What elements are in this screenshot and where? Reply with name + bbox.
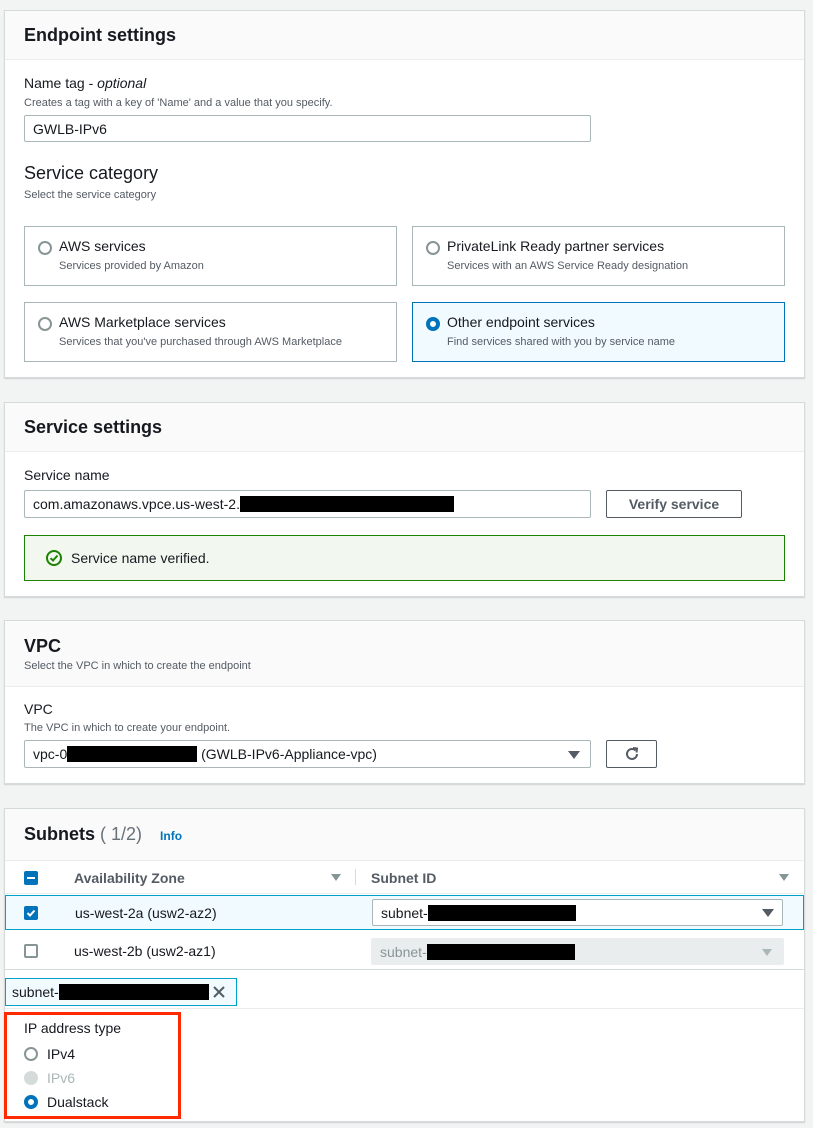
vpc-value-prefix: vpc-0: [33, 746, 68, 762]
service-name-label: Service name: [24, 467, 110, 483]
check-circle-icon: [46, 550, 62, 566]
vpc-field-label: VPC: [24, 701, 53, 717]
column-header-az[interactable]: Availability Zone: [74, 870, 185, 886]
option-sub: Services with an AWS Service Ready desig…: [447, 260, 689, 272]
verified-alert: Service name verified.: [24, 535, 785, 581]
service-settings-header: Service settings: [5, 403, 804, 452]
subnets-header: Subnets ( 1/2) Info: [5, 809, 804, 861]
table-row[interactable]: us-west-2a (usw2-az2) subnet-: [5, 895, 804, 930]
aws-services-option[interactable]: AWS services Services provided by Amazon: [24, 226, 397, 286]
minus-icon: [27, 877, 35, 879]
redacted-block: [426, 943, 575, 960]
refresh-icon: [625, 747, 638, 760]
option-title: AWS Marketplace services: [59, 314, 226, 330]
option-sub: Services provided by Amazon: [59, 260, 204, 272]
vpc-field-desc: The VPC in which to create your endpoint…: [24, 722, 231, 734]
radio-checked-icon[interactable]: [426, 317, 440, 331]
vpc-value-suffix: (GWLB-IPv6-Appliance-vpc): [201, 746, 377, 762]
close-icon[interactable]: [212, 985, 226, 999]
column-header-subnet[interactable]: Subnet ID: [371, 870, 436, 886]
subnet-token: subnet-: [5, 978, 237, 1006]
az-cell: us-west-2a (usw2-az2): [75, 905, 217, 921]
divider: [5, 1008, 804, 1009]
token-value: subnet-: [12, 984, 59, 1000]
option-title: Other endpoint services: [447, 314, 595, 330]
info-link[interactable]: Info: [160, 829, 182, 843]
redacted-block: [427, 904, 576, 921]
sort-icon[interactable]: [331, 874, 341, 881]
az-cell: us-west-2b (usw2-az1): [74, 943, 216, 959]
service-name-value: com.amazonaws.vpce.us-west-2.: [33, 496, 240, 512]
vpc-panel: VPC Select the VPC in which to create th…: [4, 620, 805, 784]
table-header: Availability Zone Subnet ID: [5, 861, 804, 894]
other-endpoint-services-option[interactable]: Other endpoint services Find services sh…: [412, 302, 785, 362]
option-title: PrivateLink Ready partner services: [447, 238, 665, 254]
radio-icon[interactable]: [38, 241, 52, 255]
subnets-count: ( 1/2): [100, 824, 143, 844]
caret-down-icon: [762, 949, 772, 956]
subnet-value: subnet-: [381, 904, 428, 921]
name-tag-label: Name tag - optional: [24, 75, 147, 91]
option-sub: Find services shared with you by service…: [447, 336, 676, 348]
redacted-block: [239, 496, 454, 512]
caret-down-icon: [568, 751, 580, 759]
service-settings-panel: Service settings Service name com.amazon…: [4, 402, 805, 597]
sort-icon[interactable]: [779, 874, 789, 881]
vpc-header: VPC Select the VPC in which to create th…: [5, 621, 804, 687]
aws-marketplace-option[interactable]: AWS Marketplace services Services that y…: [24, 302, 397, 362]
name-tag-desc: Creates a tag with a key of 'Name' and a…: [24, 97, 333, 109]
highlight-box: [4, 1012, 181, 1119]
radio-icon[interactable]: [38, 317, 52, 331]
redacted-block: [58, 984, 209, 1000]
verified-message: Service name verified.: [71, 550, 210, 566]
service-category-desc: Select the service category: [24, 189, 157, 201]
panel-title: VPC: [24, 635, 62, 656]
subnet-value: subnet-: [380, 943, 427, 960]
row-checkbox[interactable]: [24, 944, 38, 958]
panel-title: Service settings: [24, 416, 163, 437]
service-category-title: Service category: [24, 163, 159, 183]
radio-icon[interactable]: [426, 241, 440, 255]
option-sub: Services that you've purchased through A…: [59, 336, 342, 348]
check-icon: [26, 909, 36, 917]
verify-service-button[interactable]: Verify service: [606, 490, 742, 518]
redacted-block: [67, 746, 198, 762]
name-tag-value: GWLB-IPv6: [33, 120, 107, 137]
optional-text: optional: [97, 75, 147, 91]
refresh-button[interactable]: [606, 740, 657, 768]
panel-title: Endpoint settings: [24, 24, 176, 45]
panel-title: Subnets: [24, 824, 96, 844]
table-row[interactable]: us-west-2b (usw2-az1) subnet-: [5, 932, 804, 970]
privatelink-partner-option[interactable]: PrivateLink Ready partner services Servi…: [412, 226, 785, 286]
row-checkbox[interactable]: [24, 906, 38, 920]
service-name-input[interactable]: com.amazonaws.vpce.us-west-2.: [24, 490, 591, 518]
panel-desc: Select the VPC in which to create the en…: [24, 659, 251, 672]
caret-down-icon: [762, 909, 774, 917]
option-title: AWS services: [59, 238, 146, 254]
name-tag-label-text: Name tag: [24, 75, 85, 91]
vpc-select[interactable]: vpc-0 (GWLB-IPv6-Appliance-vpc): [24, 740, 591, 768]
select-all-checkbox[interactable]: [24, 871, 38, 885]
subnet-select[interactable]: subnet-: [372, 899, 783, 926]
name-tag-input[interactable]: GWLB-IPv6: [24, 115, 591, 142]
subnet-select-disabled: subnet-: [371, 938, 784, 965]
column-divider: [355, 869, 356, 885]
subnets-title-row: Subnets ( 1/2) Info: [24, 824, 785, 845]
endpoint-settings-header: Endpoint settings: [5, 11, 804, 60]
endpoint-settings-panel: Endpoint settings Name tag - optional Cr…: [4, 10, 805, 378]
